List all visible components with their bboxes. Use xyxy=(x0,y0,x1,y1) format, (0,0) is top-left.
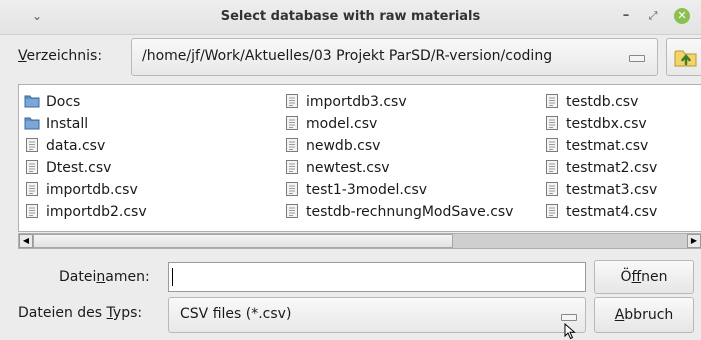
file-item[interactable]: testdb-rechnungModSave.csv xyxy=(284,201,513,223)
file-item[interactable]: testmat3.csv xyxy=(544,179,657,201)
file-name: newdb.csv xyxy=(306,138,381,154)
directory-label-mnemonic: V xyxy=(18,48,27,64)
file-name: testmat.csv xyxy=(566,138,649,154)
file-icon xyxy=(26,204,38,218)
filetype-label: Dateien des Typs: xyxy=(18,305,142,321)
file-name: testdb-rechnungModSave.csv xyxy=(306,204,514,220)
file-name: importdb2.csv xyxy=(46,204,147,220)
file-name: testmat2.csv xyxy=(566,160,658,176)
file-icon xyxy=(286,116,298,130)
file-item[interactable]: data.csv xyxy=(24,135,147,157)
directory-combobox[interactable]: /home/jf/Work/Aktuelles/03 Projekt ParSD… xyxy=(131,38,658,76)
file-icon xyxy=(546,138,558,152)
file-icon xyxy=(546,182,558,196)
file-icon xyxy=(546,160,558,174)
file-item[interactable]: importdb3.csv xyxy=(284,91,513,113)
mouse-cursor-icon xyxy=(564,323,576,340)
file-name: testdbx.csv xyxy=(566,116,647,132)
file-name: Install xyxy=(46,116,89,132)
file-name: importdb3.csv xyxy=(306,94,407,110)
file-icon xyxy=(286,138,298,152)
file-item[interactable]: testmat2.csv xyxy=(544,157,657,179)
file-item[interactable]: testdb.csv xyxy=(544,91,657,113)
open-button[interactable]: Öffnen xyxy=(594,260,694,294)
file-item[interactable]: testdbx.csv xyxy=(544,113,657,135)
horizontal-scrollbar[interactable]: ◀ ▶ xyxy=(18,233,701,249)
file-item[interactable]: newtest.csv xyxy=(284,157,513,179)
scroll-left-icon[interactable]: ◀ xyxy=(19,234,33,248)
file-icon xyxy=(546,94,558,108)
file-name: data.csv xyxy=(46,138,106,154)
file-column-1: Docs Install data.csv Dtest.csv importdb.csv… xyxy=(24,91,147,223)
filename-label: Dateinamen: xyxy=(59,269,150,285)
close-icon[interactable]: ✕ xyxy=(674,8,690,24)
file-icon xyxy=(26,160,38,174)
file-item[interactable]: model.csv xyxy=(284,113,513,135)
file-column-3: testdb.csv testdbx.csv testmat.csv testmat2… xyxy=(544,91,657,223)
directory-label-text: erzeichnis: xyxy=(26,48,103,64)
file-icon xyxy=(26,182,38,196)
filetype-label-part2: yps: xyxy=(112,305,143,321)
combo-handle-icon xyxy=(561,314,577,321)
file-name: testdb.csv xyxy=(566,94,639,110)
filename-input[interactable] xyxy=(168,262,586,292)
cancel-button[interactable]: Abbruch xyxy=(594,297,694,333)
cancel-label-part2: bbruch xyxy=(624,307,674,323)
file-item[interactable]: newdb.csv xyxy=(284,135,513,157)
directory-path: /home/jf/Work/Aktuelles/03 Projekt ParSD… xyxy=(142,48,553,64)
file-icon xyxy=(286,182,298,196)
file-item[interactable]: test1-3model.csv xyxy=(284,179,513,201)
scroll-right-icon[interactable]: ▶ xyxy=(687,234,701,248)
filename-label-part2: amen: xyxy=(105,269,150,285)
open-label-mnemonic: f xyxy=(631,269,642,285)
filename-label-mnemonic: n xyxy=(96,269,106,285)
file-dialog: ⌄ Select database with raw materials – ⤢… xyxy=(0,0,701,340)
file-name: Dtest.csv xyxy=(46,160,112,176)
file-item[interactable]: testmat.csv xyxy=(544,135,657,157)
file-icon xyxy=(546,116,558,130)
window-title: Select database with raw materials xyxy=(220,9,481,24)
file-icon xyxy=(26,138,38,152)
file-item[interactable]: importdb2.csv xyxy=(24,201,147,223)
filetype-label-part1: Dateien des xyxy=(18,305,107,321)
file-item[interactable]: Dtest.csv xyxy=(24,157,147,179)
file-icon xyxy=(286,160,298,174)
minimize-icon[interactable]: – xyxy=(617,7,635,25)
file-name: testmat4.csv xyxy=(566,204,658,220)
file-list[interactable]: Docs Install data.csv Dtest.csv importdb.csv… xyxy=(18,84,701,232)
file-icon xyxy=(546,204,558,218)
folder-up-icon xyxy=(674,50,697,67)
open-label-part2: fnen xyxy=(641,269,668,285)
folder-icon xyxy=(24,117,40,130)
file-item[interactable]: testmat4.csv xyxy=(544,201,657,223)
file-name: importdb.csv xyxy=(46,182,138,198)
directory-label: Verzeichnis: xyxy=(18,48,102,64)
file-name: newtest.csv xyxy=(306,160,390,176)
file-icon xyxy=(286,94,298,108)
file-name: test1-3model.csv xyxy=(306,182,428,198)
file-icon xyxy=(286,204,298,218)
title-bar[interactable]: ⌄ Select database with raw materials – ⤢… xyxy=(0,0,701,35)
file-name: Docs xyxy=(46,94,81,110)
parent-directory-button[interactable] xyxy=(666,38,701,76)
file-item[interactable]: importdb.csv xyxy=(24,179,147,201)
file-name: model.csv xyxy=(306,116,378,132)
folder-item[interactable]: Install xyxy=(24,113,147,135)
folder-item[interactable]: Docs xyxy=(24,91,147,113)
file-column-2: importdb3.csv model.csv newdb.csv newtest.c… xyxy=(284,91,513,223)
file-name: testmat3.csv xyxy=(566,182,658,198)
filetype-selected: CSV files (*.csv) xyxy=(180,306,292,322)
maximize-icon[interactable]: ⤢ xyxy=(644,7,662,25)
filetype-combobox[interactable]: CSV files (*.csv) xyxy=(168,297,586,333)
open-label-part1: Ö xyxy=(620,269,632,285)
filename-label-part1: Datei xyxy=(59,269,97,285)
text-caret xyxy=(172,268,173,286)
cancel-label-mnemonic: A xyxy=(614,307,625,323)
folder-icon xyxy=(24,95,40,108)
scrollbar-thumb[interactable] xyxy=(33,234,453,248)
combo-handle-icon xyxy=(629,55,645,62)
